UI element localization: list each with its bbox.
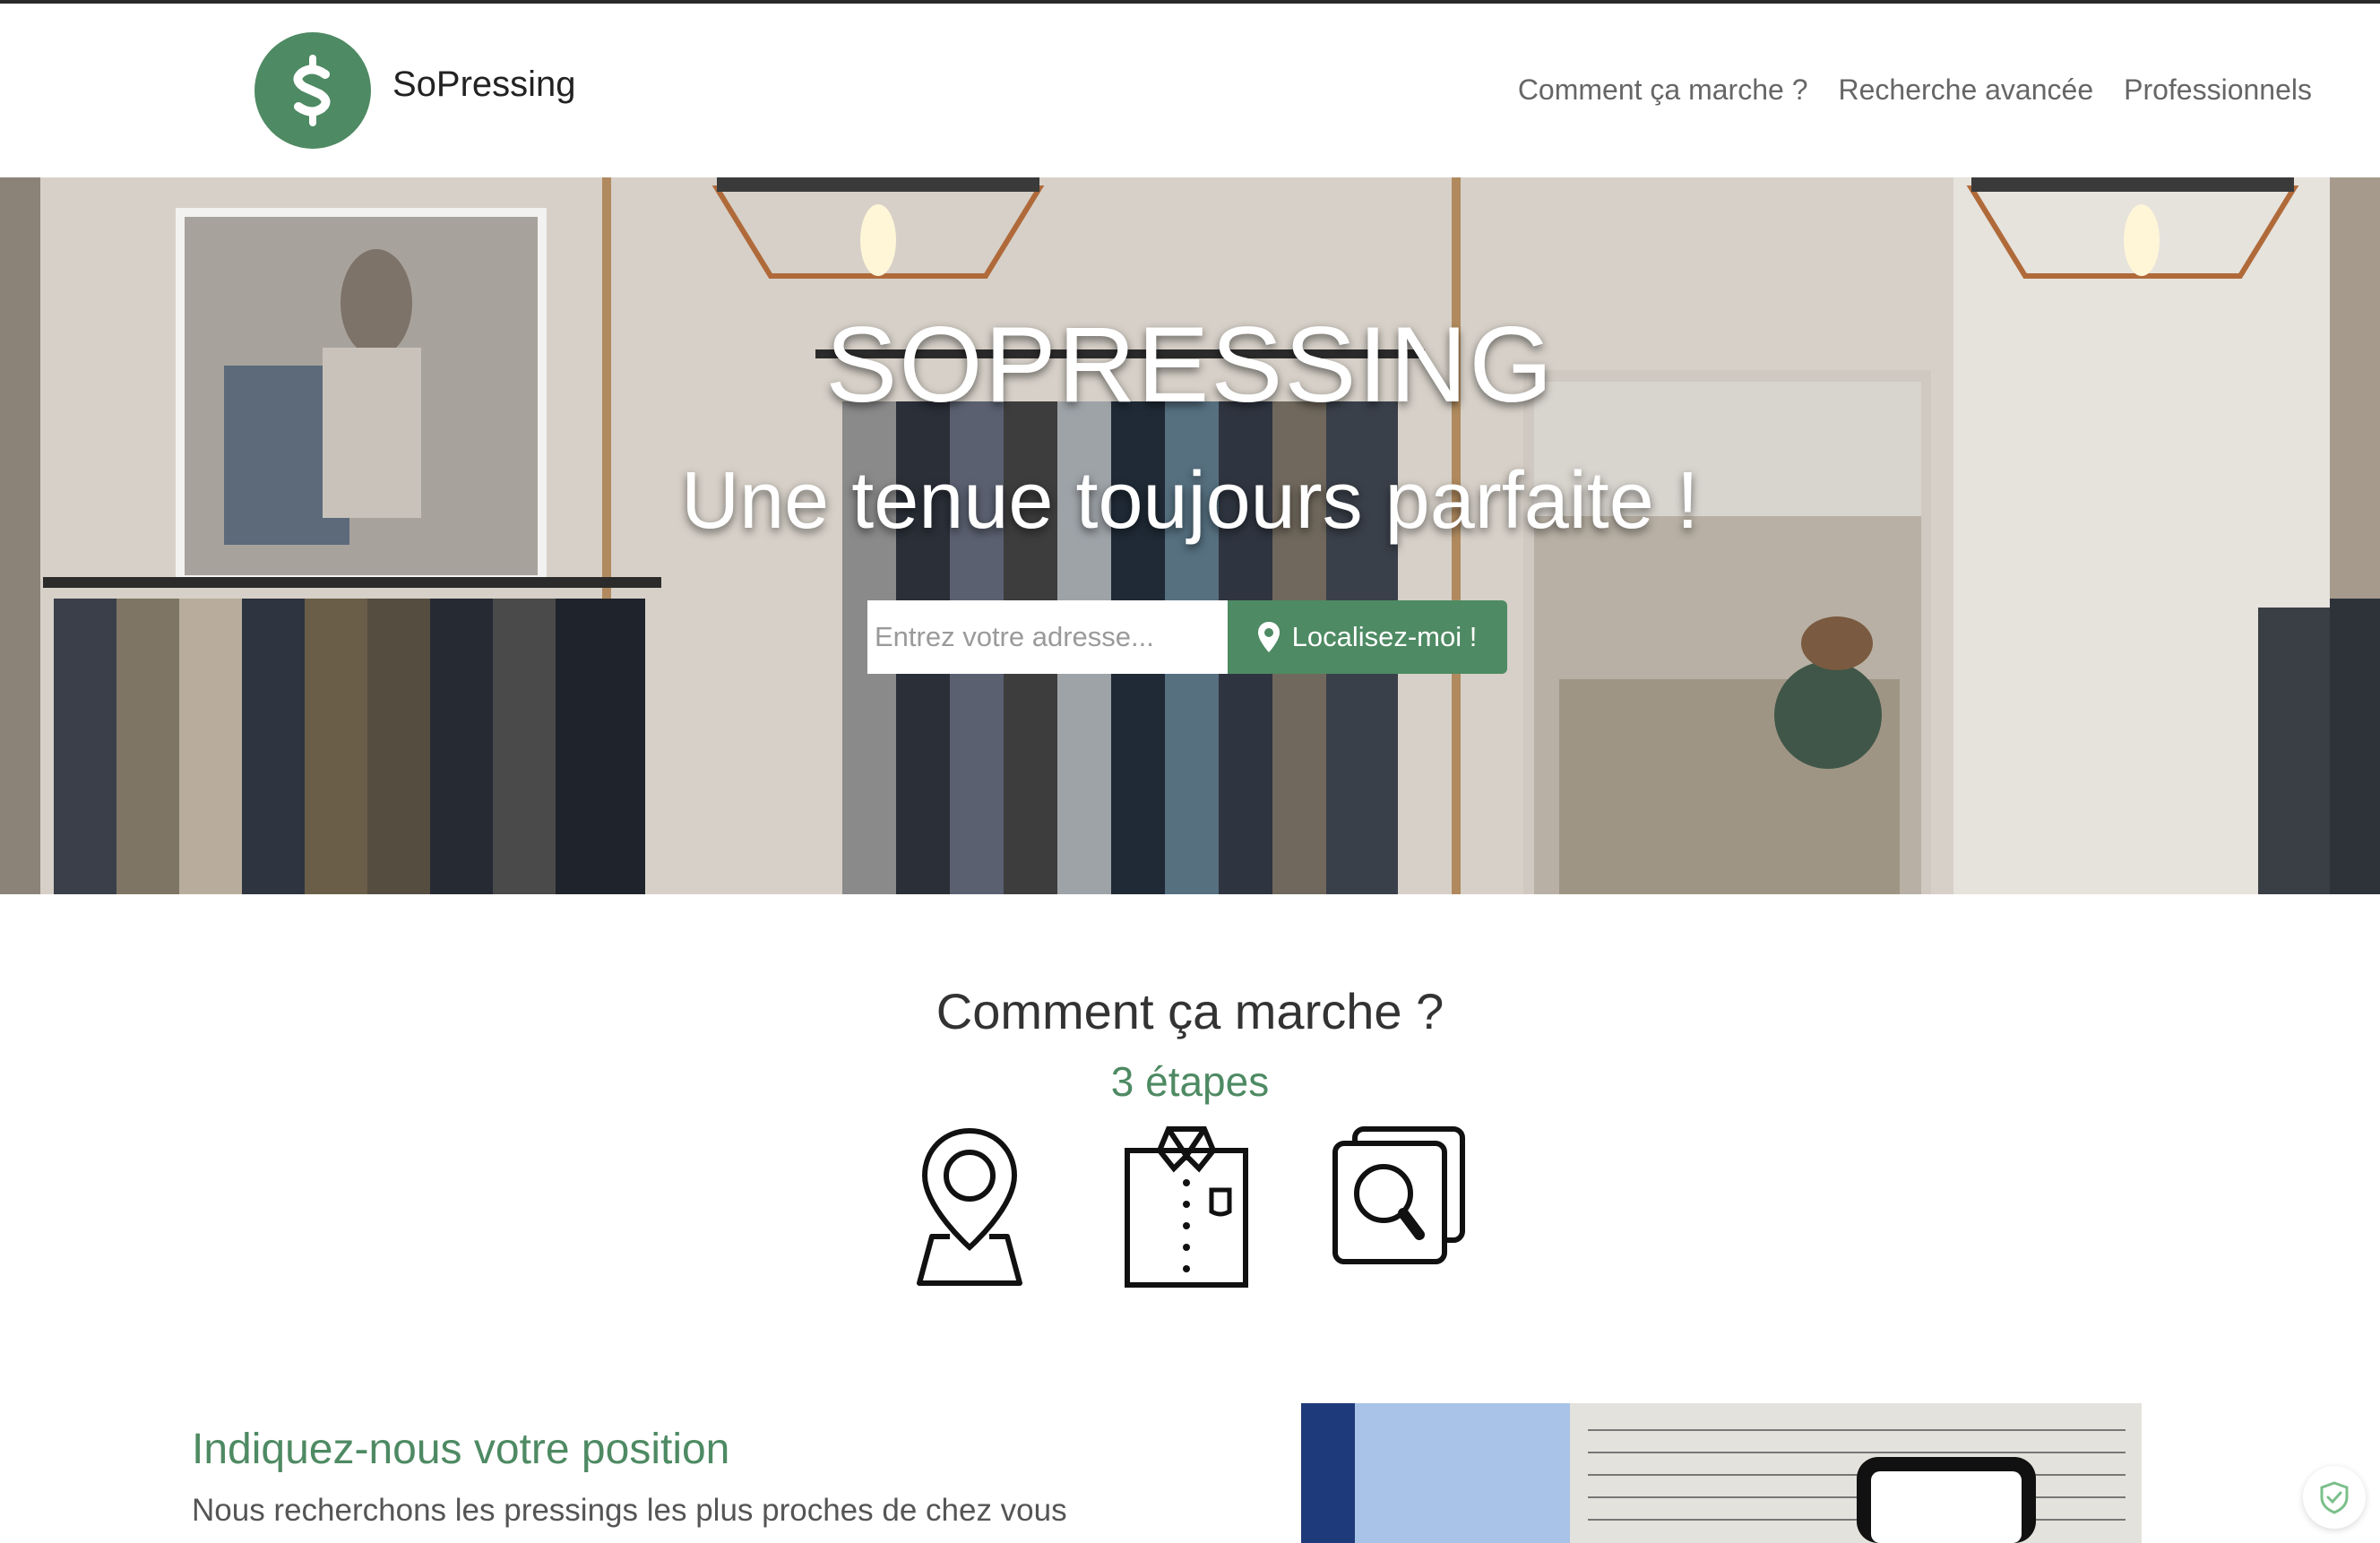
locate-me-label: Localisez-moi ! [1291,621,1478,652]
map-marker-icon [1257,622,1280,652]
nav-link-professionals[interactable]: Professionnels [2124,73,2312,107]
shirt-icon [1125,1126,1248,1288]
hero-subtitle: Une tenue toujours parfaite ! [681,456,1699,546]
dollar-s-icon [293,55,331,126]
privacy-shield-widget[interactable] [2303,1466,2366,1529]
steps-icons [914,1125,1470,1296]
newspaper-phone-photo [1301,1403,2142,1543]
search-photos-icon [1332,1126,1465,1264]
address-search: Localisez-moi ! [867,600,1507,674]
locate-me-button[interactable]: Localisez-moi ! [1228,600,1507,674]
nav-link-advanced-search[interactable]: Recherche avancée [1838,73,2093,107]
hero-title: SOPRESSING [825,305,1555,425]
position-step-title: Indiquez-nous votre position [192,1426,730,1473]
main-nav: Comment ça marche ? Recherche avancée Pr… [1518,73,2312,107]
shield-check-icon [2320,1481,2349,1514]
how-it-works-subtitle: 3 étapes [1110,1058,1270,1105]
nav-link-how-it-works[interactable]: Comment ça marche ? [1518,73,1808,107]
hero-banner: SOPRESSING Une tenue toujours parfaite !… [0,177,2380,894]
address-input[interactable] [867,600,1228,674]
brand-logo[interactable] [254,32,371,149]
brand-name[interactable]: SoPressing [392,65,576,105]
location-pin-icon [917,1127,1022,1286]
site-header: SoPressing Comment ça marche ? Recherche… [0,4,2380,177]
how-it-works-title: Comment ça marche ? [936,983,1444,1039]
position-step-text: Nous recherchons les pressings les plus … [192,1493,1067,1528]
